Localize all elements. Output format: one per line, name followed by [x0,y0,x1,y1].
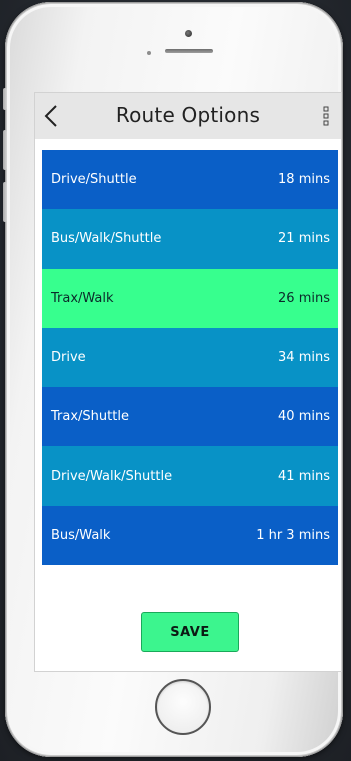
route-option-trax-walk[interactable]: Trax/Walk 26 mins [42,268,338,328]
route-mode: Trax/Shuttle [51,409,129,425]
app-screen: Route Options Drive/Shuttle 18 mins Bus/… [35,93,341,671]
route-mode: Bus/Walk [51,527,111,543]
proximity-sensor [147,51,151,55]
chevron-left-icon [44,105,57,127]
route-mode: Bus/Walk/Shuttle [51,231,162,247]
mute-switch [3,88,7,110]
route-mode: Drive [51,350,86,366]
page-title: Route Options [115,103,261,127]
earpiece-speaker [165,49,213,53]
save-button[interactable]: SAVE [141,612,239,652]
back-button[interactable] [41,101,65,131]
volume-up-button [3,130,7,170]
route-options-list: Drive/Shuttle 18 mins Bus/Walk/Shuttle 2… [42,150,338,566]
phone-frame: Route Options Drive/Shuttle 18 mins Bus/… [3,2,343,757]
app-header: Route Options [35,93,341,139]
route-duration: 21 mins [278,231,330,247]
front-camera-icon [185,30,192,37]
vertical-dots-icon [323,106,329,126]
route-option-drive-shuttle[interactable]: Drive/Shuttle 18 mins [42,150,338,210]
route-duration: 1 hr 3 mins [256,527,330,543]
route-duration: 18 mins [278,172,330,188]
route-option-drive-walk-shuttle[interactable]: Drive/Walk/Shuttle 41 mins [42,446,338,506]
route-duration: 41 mins [278,468,330,484]
route-duration: 34 mins [278,350,330,366]
route-duration: 26 mins [278,290,330,306]
volume-down-button [3,182,7,222]
route-option-bus-walk-shuttle[interactable]: Bus/Walk/Shuttle 21 mins [42,209,338,269]
route-duration: 40 mins [278,409,330,425]
route-mode: Drive/Walk/Shuttle [51,468,173,484]
route-option-drive[interactable]: Drive 34 mins [42,327,338,388]
home-button[interactable] [155,679,211,735]
route-option-trax-shuttle[interactable]: Trax/Shuttle 40 mins [42,387,338,447]
more-options-button[interactable] [321,105,331,127]
route-mode: Trax/Walk [51,290,114,306]
route-mode: Drive/Shuttle [51,172,137,188]
route-option-bus-walk[interactable]: Bus/Walk 1 hr 3 mins [42,505,338,566]
